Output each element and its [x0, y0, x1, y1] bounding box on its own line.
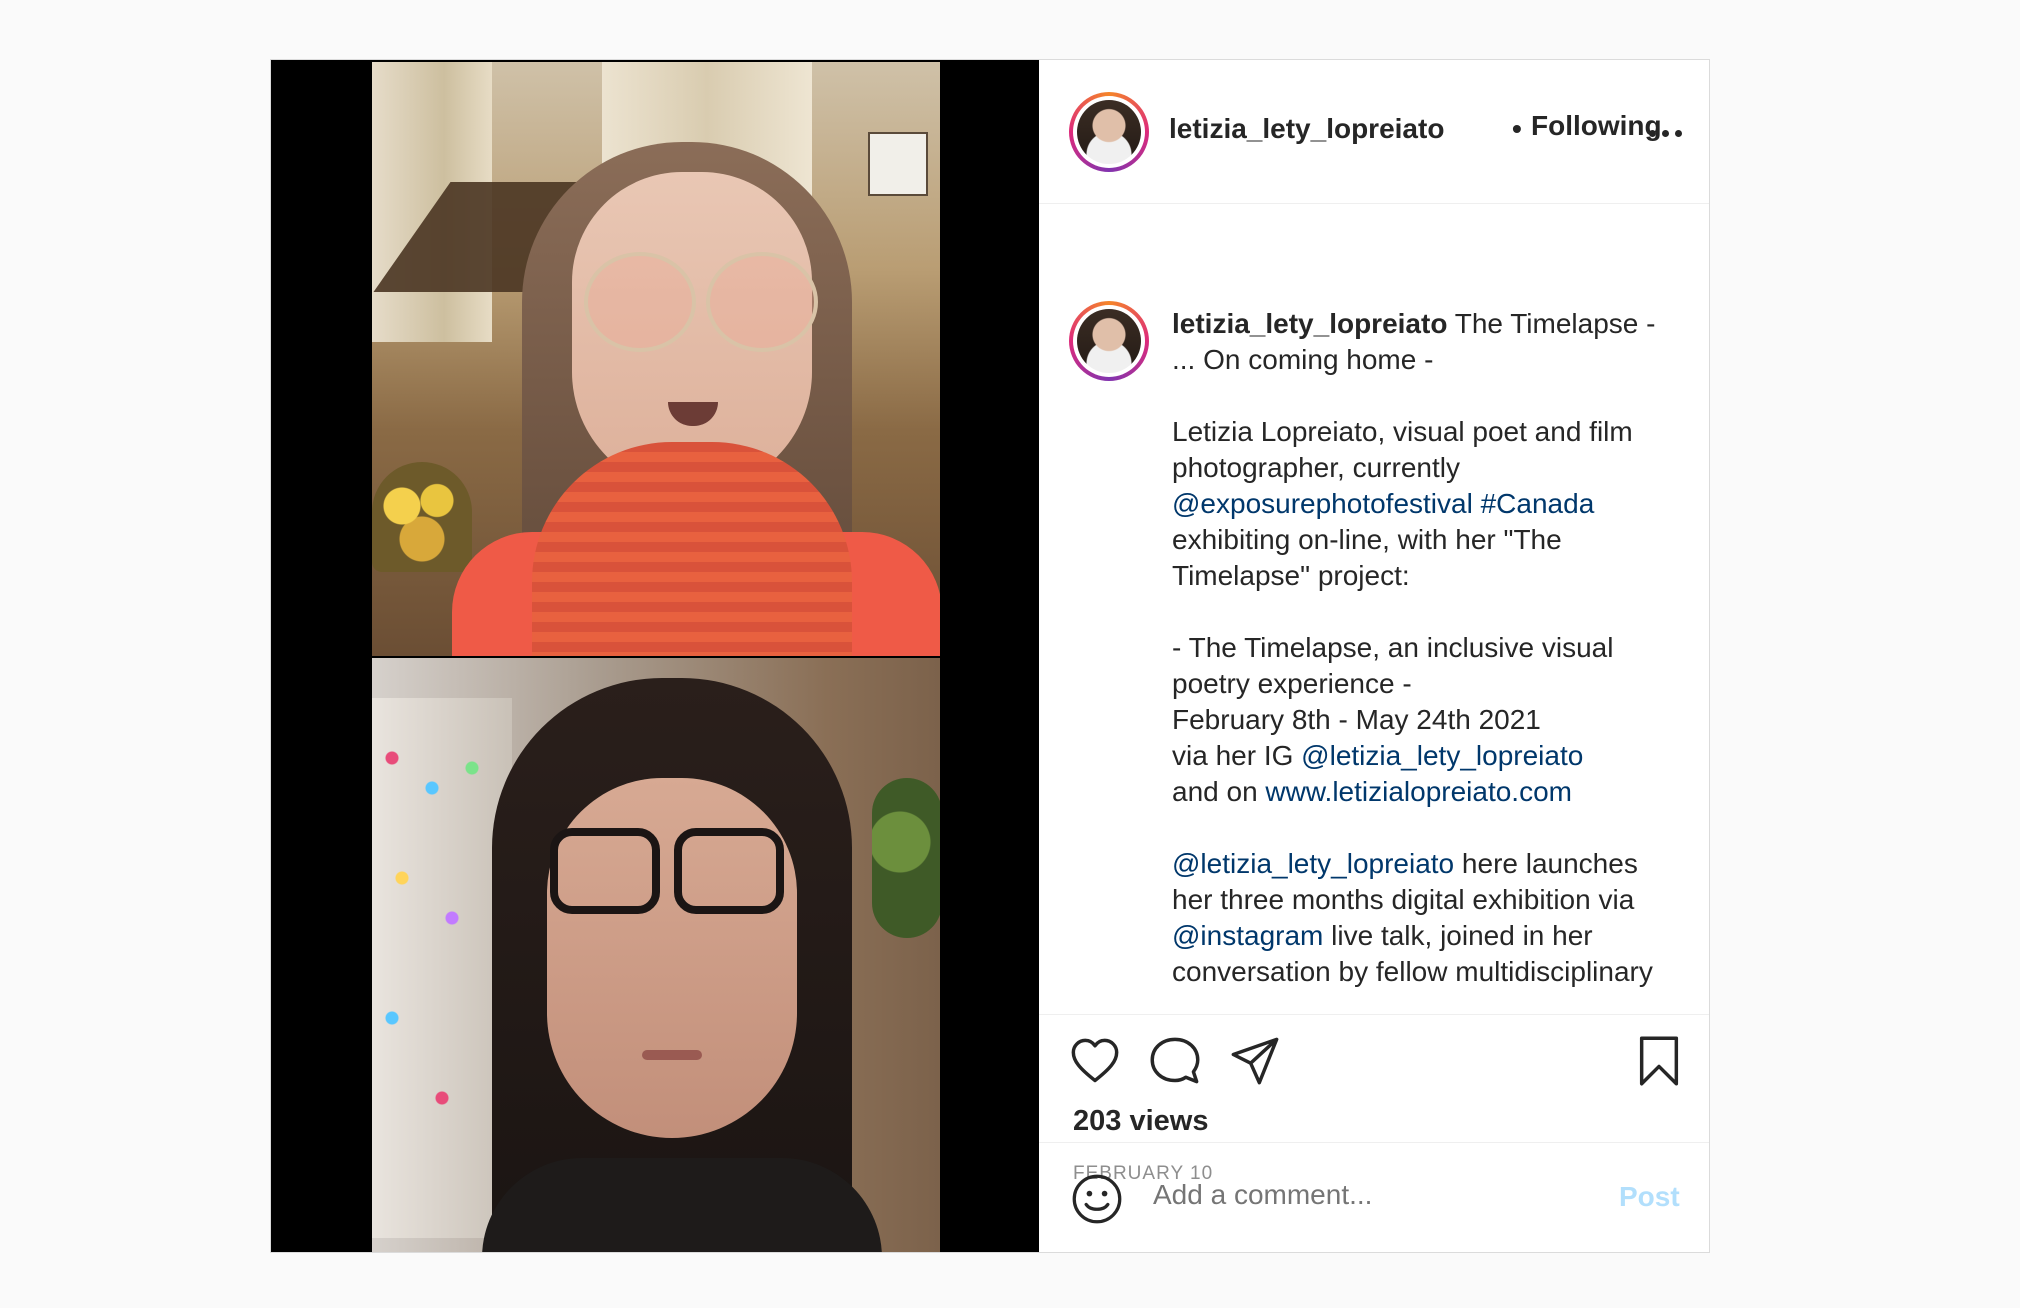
caption-line: live talk, joined in her: [1323, 920, 1593, 951]
caption-text: letizia_lety_lopreiato The Timelapse - .…: [1172, 306, 1682, 990]
caption-line: exhibiting on-line, with her "The: [1172, 524, 1562, 555]
share-icon[interactable]: [1229, 1035, 1281, 1087]
caption-section: letizia_lety_lopreiato The Timelapse - .…: [1039, 204, 1709, 1014]
caption-line: here launches: [1454, 848, 1638, 879]
video-player[interactable]: [271, 60, 1039, 1252]
bookmark-icon[interactable]: [1633, 1035, 1685, 1087]
mention-link[interactable]: @instagram: [1172, 920, 1323, 951]
following-button[interactable]: Following: [1531, 110, 1662, 142]
post-header: letizia_lety_lopreiato • Following: [1039, 60, 1709, 204]
caption-line: ... On coming home -: [1172, 344, 1434, 375]
caption-line: via her IG: [1172, 740, 1302, 771]
website-link[interactable]: www.letizialopreiato.com: [1265, 776, 1572, 807]
avatar[interactable]: [1069, 92, 1149, 172]
caption-line: her three months digital exhibition via: [1172, 884, 1635, 915]
caption-line: The Timelapse -: [1447, 308, 1656, 339]
caption-line: February 8th - May 24th 2021: [1172, 704, 1541, 735]
mention-link[interactable]: @exposurephotofestival: [1172, 488, 1473, 519]
mention-link[interactable]: @letizia_lety_lopreiato: [1301, 740, 1583, 771]
caption-username[interactable]: letizia_lety_lopreiato: [1172, 308, 1447, 339]
emoji-icon[interactable]: [1071, 1173, 1123, 1225]
caption-line: poetry experience -: [1172, 668, 1412, 699]
comment-input[interactable]: [1153, 1179, 1593, 1211]
post-comment-button[interactable]: Post: [1619, 1181, 1680, 1213]
mention-link[interactable]: @letizia_lety_lopreiato: [1172, 848, 1454, 879]
caption-avatar[interactable]: [1069, 301, 1149, 381]
caption-line: and on: [1172, 776, 1266, 807]
more-options-icon[interactable]: [1649, 118, 1689, 148]
live-video-guest: [372, 658, 940, 1252]
header-username[interactable]: letizia_lety_lopreiato: [1169, 113, 1444, 145]
caption-line: photographer, currently: [1172, 452, 1460, 483]
view-count: 203 views: [1073, 1105, 1209, 1137]
hashtag-link[interactable]: #Canada: [1481, 488, 1595, 519]
heart-icon[interactable]: [1069, 1035, 1121, 1087]
post-sidebar: letizia_lety_lopreiato • Following letiz…: [1039, 60, 1709, 1252]
caption-line: Timelapse" project:: [1172, 560, 1410, 591]
caption-line: - The Timelapse, an inclusive visual: [1172, 632, 1614, 663]
comment-icon[interactable]: [1149, 1035, 1201, 1087]
comment-bar: Post: [1039, 1142, 1709, 1252]
caption-line: conversation by fellow multidisciplinary: [1172, 956, 1653, 987]
live-video-host: [372, 62, 940, 656]
caption-line: Letizia Lopreiato, visual poet and film: [1172, 416, 1633, 447]
separator-dot: •: [1512, 113, 1522, 144]
instagram-post: letizia_lety_lopreiato • Following letiz…: [270, 59, 1710, 1253]
